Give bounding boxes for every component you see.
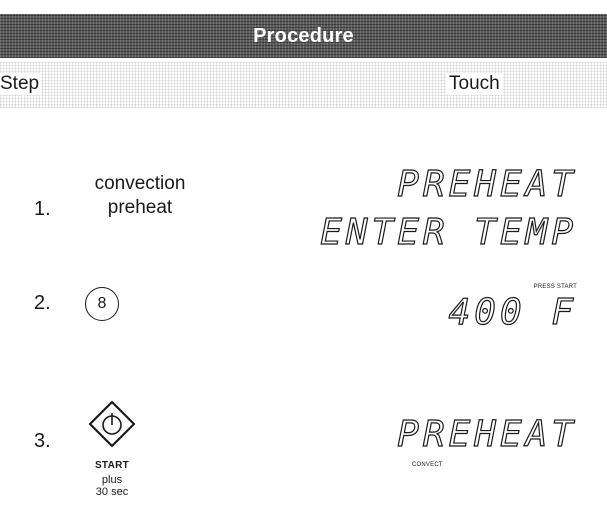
step-3-number: 3. bbox=[34, 430, 51, 452]
column-touch-label: Touch bbox=[446, 73, 503, 95]
start-plus-line1: plus bbox=[101, 474, 123, 486]
start-plus-text: plus 30 sec bbox=[88, 474, 136, 498]
step-1-action-line2: preheat bbox=[107, 197, 173, 218]
start-plus-line2: 30 sec bbox=[95, 486, 129, 498]
column-step-label: Step bbox=[0, 73, 42, 95]
step-1-action: convection preheat bbox=[70, 172, 210, 220]
start-diamond-icon[interactable] bbox=[88, 400, 136, 448]
procedure-header: Procedure bbox=[0, 14, 607, 58]
number-8-key-label: 8 bbox=[97, 295, 107, 312]
header-title: Procedure bbox=[253, 24, 354, 47]
step-3-display-line1: PREHEAT bbox=[397, 413, 577, 455]
step-1-display-line2: ENTER TEMP bbox=[320, 211, 577, 253]
step-3-display-small: CONVECT bbox=[412, 462, 443, 468]
step-1-display-line1: PREHEAT bbox=[397, 163, 577, 205]
number-8-key[interactable]: 8 bbox=[85, 287, 119, 321]
column-headings: Step Touch bbox=[0, 62, 607, 108]
step-2-display-line1: 400 F bbox=[448, 291, 577, 333]
step-2-display-small: PRESS START bbox=[533, 284, 577, 290]
step-1-number: 1. bbox=[34, 198, 51, 220]
step-1-action-line1: convection bbox=[94, 173, 186, 194]
start-key-label: START bbox=[94, 460, 130, 471]
step-2-number: 2. bbox=[34, 292, 51, 314]
